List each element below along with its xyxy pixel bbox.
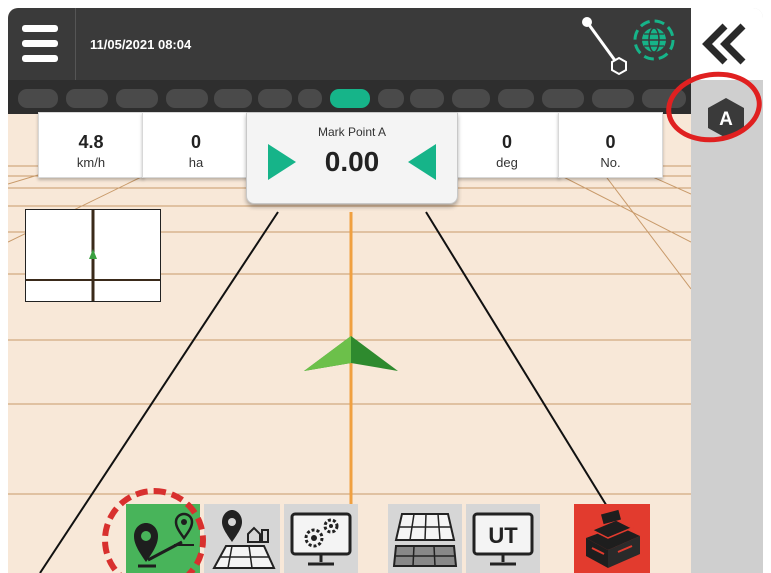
boom-section: [542, 89, 584, 108]
boom-section: [498, 89, 534, 108]
count-value: 0: [605, 132, 616, 152]
heading-unit: deg: [496, 155, 518, 170]
speed-value: 4.8: [78, 132, 104, 152]
mark-point-label: Mark Point A: [317, 125, 387, 139]
heading-value: 0: [501, 132, 512, 152]
guidance-view: 11/05/2021 08:04 4.8 km/h 0 ha 0 deg 0 N…: [8, 8, 691, 573]
speed-unit: km/h: [76, 155, 106, 170]
vehicle-marker-icon: [89, 249, 97, 259]
gnss-globe-icon[interactable]: [632, 18, 676, 62]
boom-section-bar: [8, 80, 691, 114]
heading-box: 0 deg: [454, 112, 560, 178]
area-box: 0 ha: [142, 112, 250, 178]
ut-button[interactable]: UT: [466, 504, 540, 573]
toolbox-button[interactable]: [574, 504, 650, 573]
console-settings-button[interactable]: [284, 504, 358, 573]
boom-icon[interactable]: [579, 12, 631, 76]
coverage-grid-icon: [392, 513, 458, 567]
boom-section: [378, 89, 404, 108]
cross-track-box[interactable]: Mark Point A 0.00: [246, 112, 458, 204]
area-unit: ha: [188, 155, 204, 170]
job-map-button[interactable]: [204, 504, 280, 573]
date-time: 11/05/2021 08:04: [90, 37, 192, 52]
ut-monitor-icon: UT: [472, 512, 534, 566]
section-map-button[interactable]: [388, 504, 462, 573]
menu-icon[interactable]: [22, 25, 58, 63]
area-value: 0: [190, 132, 201, 152]
ut-label: UT: [488, 523, 518, 548]
status-bar: 11/05/2021 08:04: [8, 8, 691, 80]
toolbox-icon: [586, 509, 640, 568]
boom-section: [18, 89, 58, 108]
count-unit: No.: [600, 155, 621, 170]
guidance-info-row: 4.8 km/h 0 ha 0 deg 0 No. Mark Point A 0…: [38, 112, 663, 204]
steer-left-arrow-icon: [408, 144, 436, 180]
double-chevron-left-icon: [702, 23, 746, 65]
boom-section: [298, 89, 322, 108]
boom-section: [258, 89, 292, 108]
boom-section: [592, 89, 634, 108]
mini-map[interactable]: [25, 209, 161, 302]
boom-section: [452, 89, 490, 108]
boom-section: [66, 89, 108, 108]
boom-section: [214, 89, 252, 108]
boom-section: [166, 89, 208, 108]
console-screen: 11/05/2021 08:04 4.8 km/h 0 ha 0 deg 0 N…: [8, 8, 763, 573]
field-pin-farm-icon: [212, 510, 276, 569]
collapse-sidebar-button[interactable]: [691, 8, 763, 80]
count-box: 0 No.: [558, 112, 663, 178]
divider: [75, 8, 76, 80]
boom-section: [116, 89, 158, 108]
speed-box: 4.8 km/h: [38, 112, 144, 178]
boom-section-active: [330, 89, 370, 108]
boom-section: [410, 89, 444, 108]
monitor-gears-icon: [290, 512, 352, 566]
